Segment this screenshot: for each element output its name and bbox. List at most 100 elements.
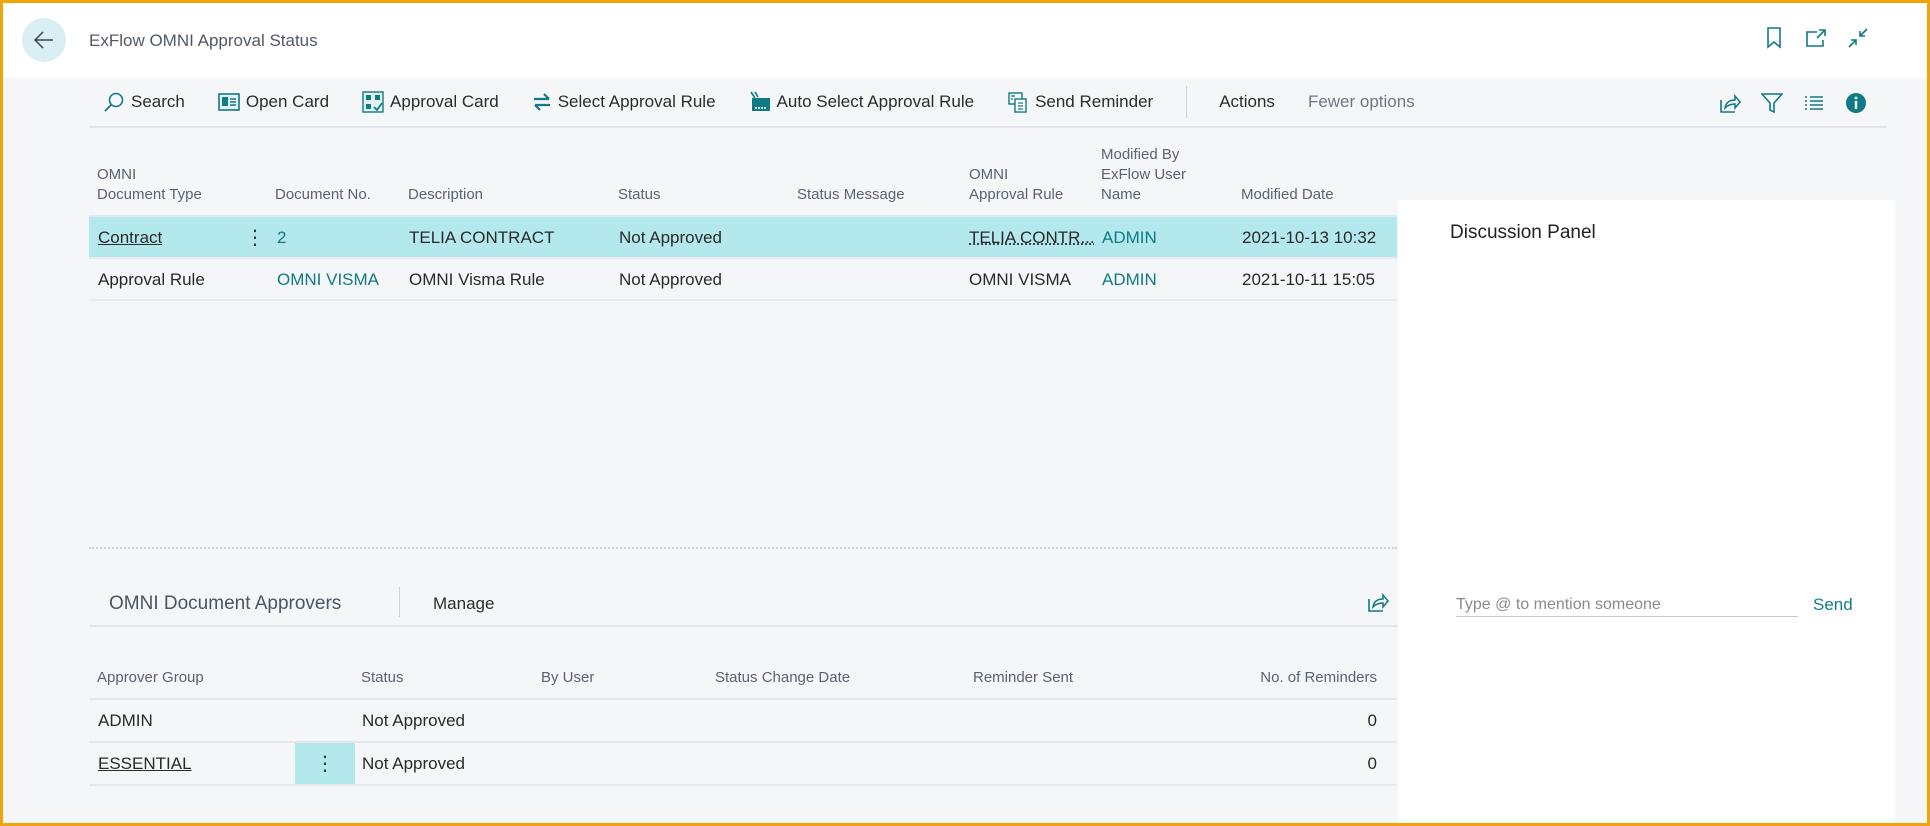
cell-modified-by[interactable]: ADMIN — [1102, 228, 1157, 248]
header-line: OMNI — [97, 166, 137, 183]
column-header-no-of-reminders[interactable]: No. of Reminders — [1260, 668, 1377, 688]
list-view-button[interactable] — [1803, 92, 1825, 114]
discussion-panel-title: Discussion Panel — [1450, 222, 1596, 243]
cell-status: Not Approved — [362, 754, 466, 773]
auto-select-icon — [749, 91, 770, 111]
cell-status: Not Approved — [619, 228, 723, 247]
cell-status: Not Approved — [362, 711, 466, 730]
cell-approver-group[interactable]: ESSENTIAL — [98, 754, 192, 774]
cell-description: OMNI Visma Rule — [409, 270, 545, 289]
cell-document-no[interactable]: 2 — [277, 228, 286, 248]
approvers-part-header: OMNI Document Approvers Manage — [89, 581, 1397, 627]
column-header-status-message[interactable]: Status Message — [797, 185, 905, 205]
column-header-description[interactable]: Description — [408, 185, 483, 205]
column-header-document-type[interactable]: OMNI Document Type — [97, 165, 202, 205]
search-label: Search — [131, 92, 185, 111]
header-line: Status — [618, 186, 661, 203]
row-actions-kebab-icon[interactable]: ⋮ — [245, 225, 265, 250]
share-button[interactable] — [1719, 92, 1741, 114]
table-row[interactable]: ADMIN Not Approved 0 — [89, 700, 1397, 743]
info-button[interactable] — [1845, 92, 1867, 114]
header-line: Name — [1101, 186, 1142, 203]
auto-select-approval-rule-label: Auto Select Approval Rule — [776, 92, 975, 111]
back-button[interactable] — [22, 18, 66, 62]
column-header-reminder-sent[interactable]: Reminder Sent — [973, 668, 1073, 688]
bookmark-icon — [1767, 27, 1781, 49]
cell-approval-rule[interactable]: TELIA CONTR... — [969, 228, 1095, 248]
actions-menu-button[interactable]: Actions — [1219, 92, 1275, 112]
header-line: Description — [408, 186, 484, 203]
search-icon — [104, 92, 124, 112]
open-card-button[interactable]: Open Card — [218, 92, 329, 112]
header-line: OMNI — [969, 166, 1009, 183]
bookmark-button[interactable] — [1763, 27, 1785, 49]
cell-document-type[interactable]: Contract — [98, 228, 162, 248]
header-line: ExFlow User — [1101, 166, 1187, 183]
header-line: Document Type — [97, 186, 202, 203]
cell-no-of-reminders: 0 — [1367, 711, 1377, 730]
search-button[interactable]: Search — [103, 91, 185, 113]
approval-card-button[interactable]: Approval Card — [362, 91, 499, 113]
cell-no-of-reminders: 0 — [1367, 754, 1377, 773]
approval-status-table: OMNI Document Type Document No. Descript… — [89, 143, 1397, 301]
collapse-icon — [1848, 28, 1868, 48]
list-view-icon — [1805, 96, 1823, 110]
column-header-status-change-date[interactable]: Status Change Date — [715, 668, 850, 688]
resize-splitter[interactable] — [89, 547, 1397, 549]
part-share-button[interactable] — [1367, 591, 1389, 618]
approval-card-label: Approval Card — [390, 92, 499, 111]
column-header-modified-date[interactable]: Modified Date — [1241, 185, 1334, 205]
share-icon — [1368, 592, 1389, 612]
cell-description: TELIA CONTRACT — [409, 228, 555, 247]
fewer-options-label: Fewer options — [1307, 92, 1415, 111]
approvers-part-title[interactable]: OMNI Document Approvers — [109, 593, 341, 615]
collapse-button[interactable] — [1847, 27, 1869, 49]
select-approval-rule-label: Select Approval Rule — [557, 92, 716, 111]
table-row[interactable]: ESSENTIAL ⋮ Not Approved 0 — [89, 743, 1397, 786]
header-line: Document No. — [275, 186, 371, 203]
table-header: Approver Group Status By User Status Cha… — [89, 655, 1397, 700]
table-row[interactable]: Approval Rule OMNI VISMA OMNI Visma Rule… — [89, 259, 1397, 301]
header-line: Approval Rule — [969, 186, 1064, 203]
cell-modified-by[interactable]: ADMIN — [1102, 270, 1157, 290]
part-divider — [399, 587, 400, 617]
cell-document-no[interactable]: OMNI VISMA — [277, 270, 379, 290]
cell-approval-rule: OMNI VISMA — [969, 270, 1072, 289]
toolbar-divider — [1186, 86, 1188, 118]
column-header-status[interactable]: Status — [361, 668, 404, 688]
auto-select-approval-rule-button[interactable]: Auto Select Approval Rule — [749, 91, 975, 113]
send-reminder-label: Send Reminder — [1035, 92, 1154, 111]
column-header-status[interactable]: Status — [618, 185, 661, 205]
select-approval-rule-button[interactable]: Select Approval Rule — [532, 92, 716, 112]
share-icon — [1720, 93, 1741, 113]
reminder-icon — [1008, 92, 1027, 113]
action-bar: Search Open Card Approval Card Select Ap… — [89, 78, 1887, 128]
card-icon — [218, 93, 240, 111]
send-button[interactable]: Send — [1813, 595, 1853, 615]
send-reminder-button[interactable]: Send Reminder — [1007, 91, 1153, 113]
approval-card-icon — [362, 91, 384, 113]
fewer-options-button[interactable]: Fewer options — [1308, 92, 1415, 112]
header-line: Status Message — [797, 186, 905, 203]
column-header-by-user[interactable]: By User — [541, 668, 594, 688]
table-header: OMNI Document Type Document No. Descript… — [89, 143, 1397, 217]
approvers-table: Approver Group Status By User Status Cha… — [89, 655, 1397, 786]
open-new-window-button[interactable] — [1805, 27, 1827, 49]
mention-input[interactable] — [1456, 593, 1798, 617]
column-header-document-no[interactable]: Document No. — [275, 185, 371, 205]
cell-approver-group: ADMIN — [98, 711, 153, 730]
info-icon — [1846, 93, 1866, 113]
app-window: ExFlow OMNI Approval Status Search Open … — [0, 0, 1930, 826]
row-actions-kebab-icon[interactable]: ⋮ — [295, 743, 355, 784]
column-header-modified-by[interactable]: Modified By ExFlow User Name — [1101, 145, 1186, 205]
cell-status: Not Approved — [619, 270, 723, 289]
filter-icon — [1761, 93, 1783, 114]
swap-arrows-icon — [533, 93, 550, 111]
manage-button[interactable]: Manage — [433, 594, 494, 614]
discussion-panel: Discussion Panel Send — [1398, 200, 1895, 823]
column-header-approval-rule[interactable]: OMNI Approval Rule — [969, 165, 1063, 205]
table-row[interactable]: Contract ⋮ 2 TELIA CONTRACT Not Approved… — [89, 217, 1397, 259]
cell-modified-date: 2021-10-13 10:32 — [1242, 228, 1377, 247]
column-header-approver-group[interactable]: Approver Group — [97, 668, 204, 688]
filter-button[interactable] — [1761, 92, 1783, 114]
